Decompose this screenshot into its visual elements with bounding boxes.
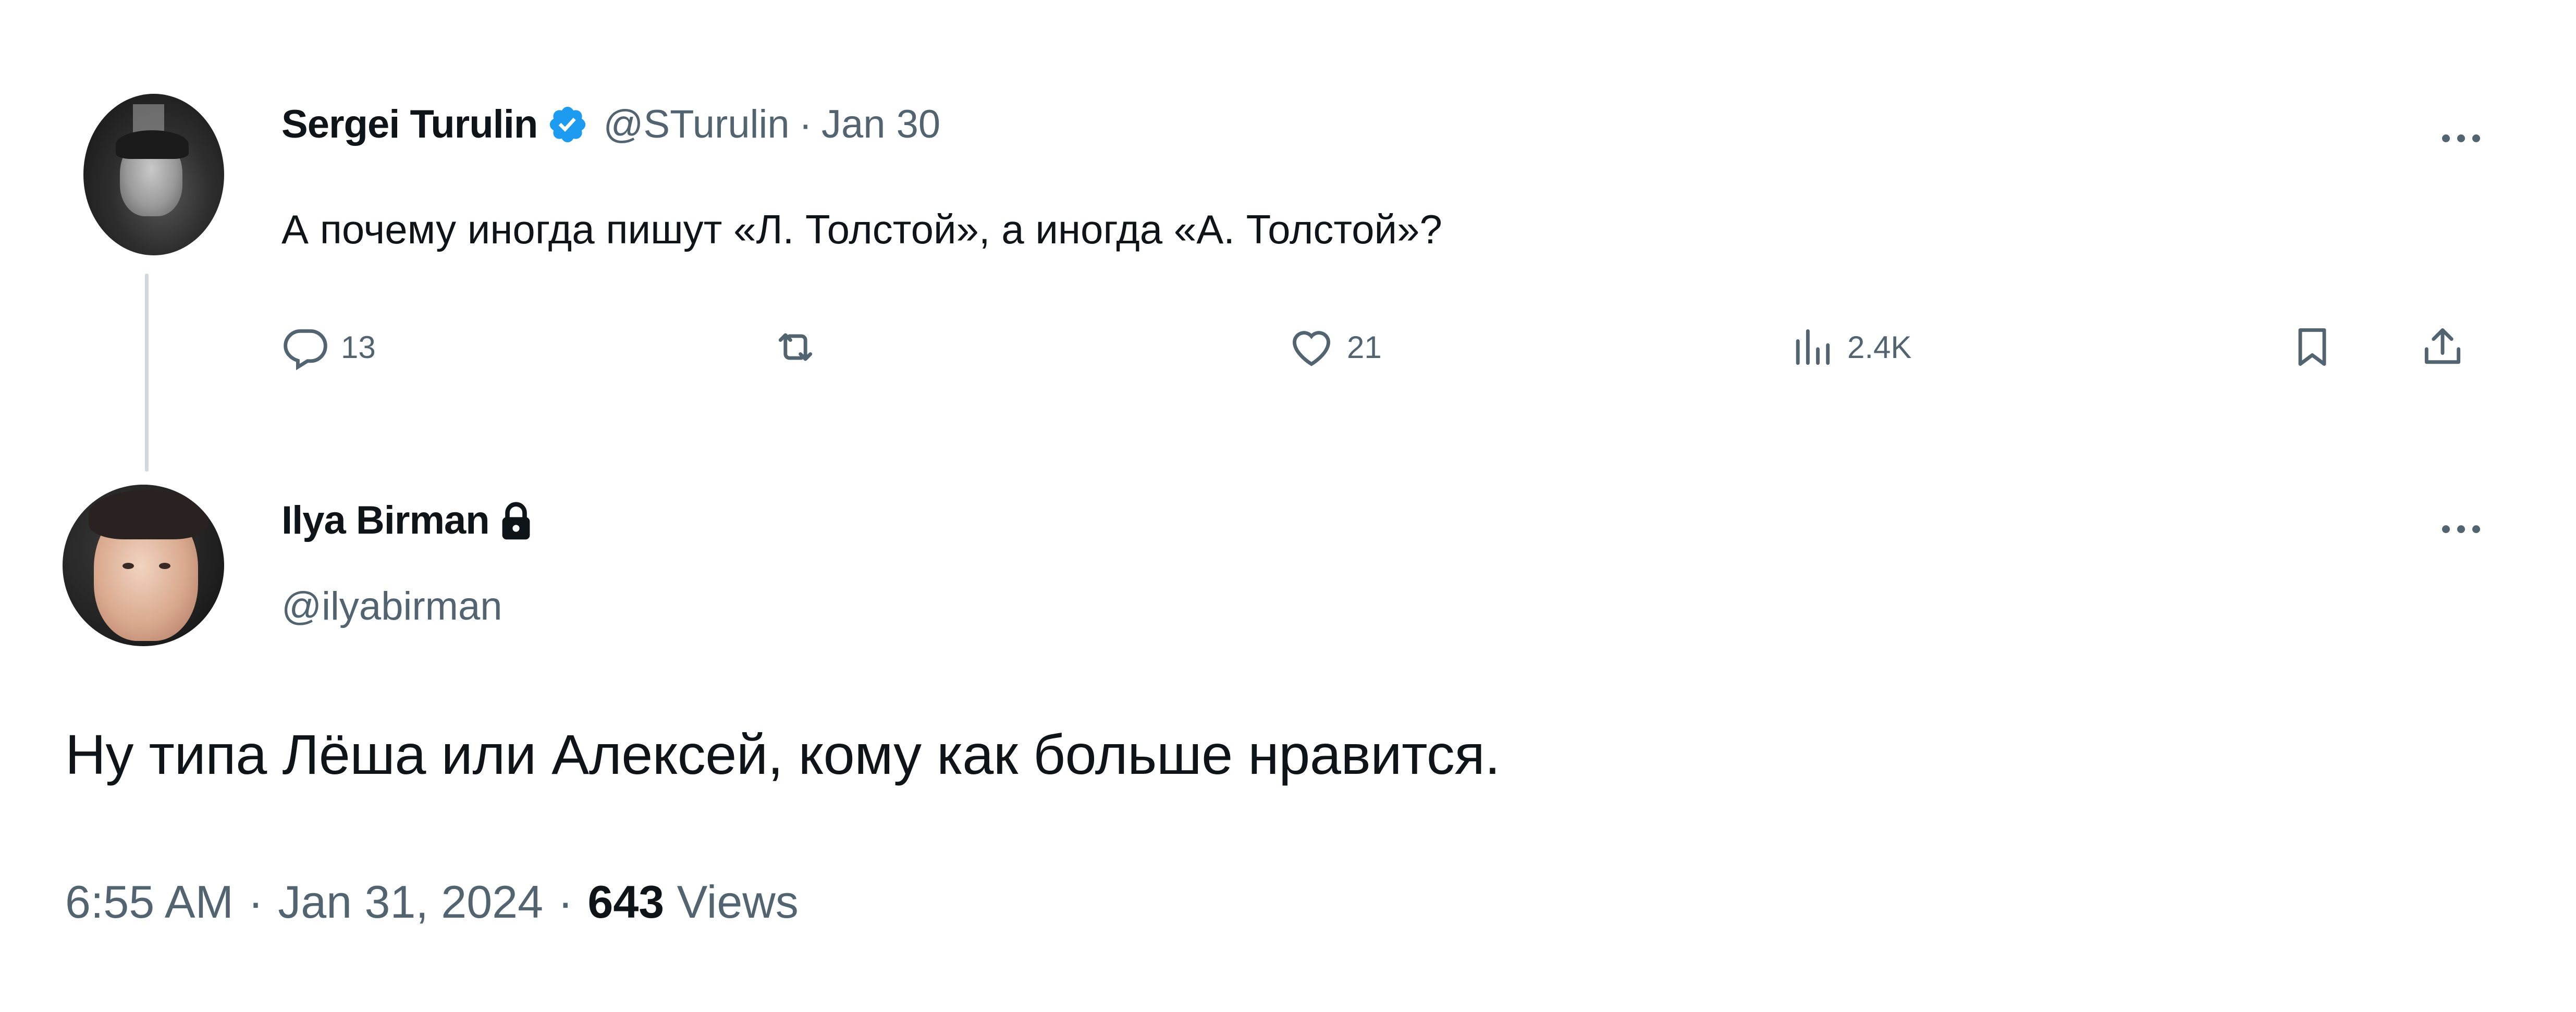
repost-icon [771, 323, 819, 371]
tweet-metadata: 6:55 AM · Jan 31, 2024 · 643 Views [65, 875, 799, 929]
author-name[interactable]: Ilya Birman [281, 498, 490, 543]
repost-action[interactable] [771, 323, 831, 371]
tweet-date[interactable]: Jan 31, 2024 [278, 875, 543, 929]
heart-icon [1287, 323, 1335, 371]
views-label: Views [677, 876, 799, 928]
share-icon[interactable] [2419, 323, 2467, 374]
reply-tweet-text: Ну типа Лёша или Алексей, кому как больш… [65, 723, 1500, 786]
separator-dot: · [248, 876, 264, 928]
author-handle[interactable]: @ilyabirman [281, 584, 502, 629]
tweet-time[interactable]: 6:55 AM [65, 875, 234, 929]
views-stat[interactable]: 643 Views [587, 875, 798, 929]
reply-tweet-header: Ilya Birman [281, 498, 533, 543]
parent-tweet-text: А почему иногда пишут «Л. Толстой», а ин… [281, 206, 1442, 252]
separator-dot: · [799, 102, 812, 146]
reply-count: 13 [341, 329, 376, 365]
views-action[interactable]: 2.4K [1788, 323, 1911, 371]
analytics-bars-icon [1788, 323, 1836, 371]
like-action[interactable]: 21 [1287, 323, 1382, 371]
verified-badge-icon [547, 104, 588, 145]
ilya-avatar[interactable] [63, 485, 224, 646]
more-options-icon[interactable] [2442, 134, 2480, 142]
reply-icon [281, 323, 329, 371]
author-name[interactable]: Sergei Turulin [281, 102, 538, 147]
lock-icon [499, 500, 533, 541]
like-count: 21 [1347, 329, 1382, 365]
sergei-avatar[interactable] [83, 94, 224, 255]
views-number: 643 [587, 876, 665, 928]
views-count: 2.4K [1847, 329, 1912, 365]
thread-connector-line [145, 274, 149, 472]
more-options-icon[interactable] [2442, 525, 2480, 533]
tweet-date[interactable]: Jan 30 [821, 102, 940, 147]
reply-action[interactable]: 13 [281, 323, 376, 371]
author-handle[interactable]: @STurulin [603, 102, 789, 147]
parent-tweet-header: Sergei Turulin @STurulin · Jan 30 [281, 102, 940, 147]
separator-dot: · [558, 876, 573, 928]
bookmark-icon[interactable] [2288, 323, 2336, 374]
